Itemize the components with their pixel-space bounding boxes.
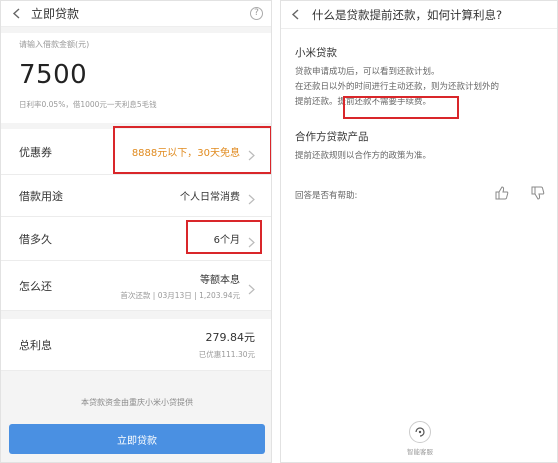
chevron-right-icon — [248, 190, 255, 205]
right-header: 什么是贷款提前还款，如何计算利息? — [281, 1, 557, 29]
xiaomi-line-3a: 提前还款。 — [295, 97, 338, 107]
purpose-row[interactable]: 借款用途 个人日常消费 — [1, 175, 271, 217]
apply-loan-button[interactable]: 立即贷款 — [9, 424, 265, 454]
total-interest-value: 279.84元 — [205, 331, 256, 344]
thumbs-down-icon[interactable] — [531, 185, 545, 204]
term-label: 借多久 — [19, 232, 52, 246]
help-icon[interactable]: ? — [250, 7, 263, 20]
coupon-label: 优惠券 — [19, 145, 52, 159]
amount-input[interactable]: 7500 — [19, 60, 255, 90]
repayment-row[interactable]: 怎么还 等额本息 首次还款 | 03月13日 | 1,203.94元 — [1, 261, 271, 311]
assistant-icon[interactable] — [409, 421, 431, 443]
purpose-value: 个人日常消费 — [180, 192, 240, 203]
xiaomi-loan-title: 小米贷款 — [295, 47, 337, 59]
loan-application-screen: 立即贷款 ? 请输入借款金额(元) 7500 日利率0.05%，借1000元一天… — [0, 0, 272, 463]
purpose-label: 借款用途 — [19, 189, 63, 203]
coupon-highlight-box — [113, 126, 271, 174]
helpful-question: 回答是否有帮助: — [295, 190, 358, 201]
smart-assistant[interactable]: 智能客服 — [397, 421, 443, 456]
faq-screen: 什么是贷款提前还款，如何计算利息? 小米贷款 贷款申请成功后，可以看到还款计划。… — [280, 0, 558, 463]
back-arrow-icon[interactable] — [291, 5, 300, 24]
discount-info: 已优惠111.30元 — [198, 350, 255, 359]
partner-title: 合作方贷款产品 — [295, 131, 369, 143]
xiaomi-line-2: 在还款日以外的时间进行主动还款，则为还款计划外的 — [295, 82, 500, 92]
assistant-caption: 智能客服 — [407, 448, 433, 456]
back-arrow-icon[interactable] — [9, 7, 23, 21]
faq-title: 什么是贷款提前还款，如何计算利息? — [312, 7, 503, 22]
total-interest-row: 总利息 279.84元 已优惠111.30元 — [1, 319, 271, 371]
thumbs-up-icon[interactable] — [495, 185, 509, 204]
repayment-label: 怎么还 — [19, 279, 52, 293]
amount-card: 请输入借款金额(元) 7500 日利率0.05%，借1000元一天利息5毛钱 — [1, 33, 271, 123]
partner-section: 合作方贷款产品 提前还款规则以合作方的政策为准。 — [295, 129, 549, 164]
chevron-right-icon — [248, 280, 255, 295]
amount-label: 请输入借款金额(元) — [19, 40, 90, 49]
interest-rate-note: 日利率0.05%，借1000元一天利息5毛钱 — [19, 100, 157, 109]
term-highlight-box — [186, 220, 262, 254]
left-header: 立即贷款 ? — [1, 1, 271, 27]
page-title: 立即贷款 — [31, 7, 80, 21]
total-interest-label: 总利息 — [19, 338, 52, 352]
feedback-row: 回答是否有帮助: — [295, 185, 545, 204]
first-payment-info: 首次还款 | 03月13日 | 1,203.94元 — [120, 290, 240, 300]
xiaomi-line-1: 贷款申请成功后，可以看到还款计划。 — [295, 67, 440, 77]
partner-text: 提前还款规则以合作方的政策为准。 — [295, 151, 432, 161]
repayment-method: 等额本息 — [200, 274, 240, 286]
no-fee-highlight-box — [343, 96, 459, 119]
lender-note: 本贷款资金由重庆小米小贷提供 — [81, 398, 193, 407]
